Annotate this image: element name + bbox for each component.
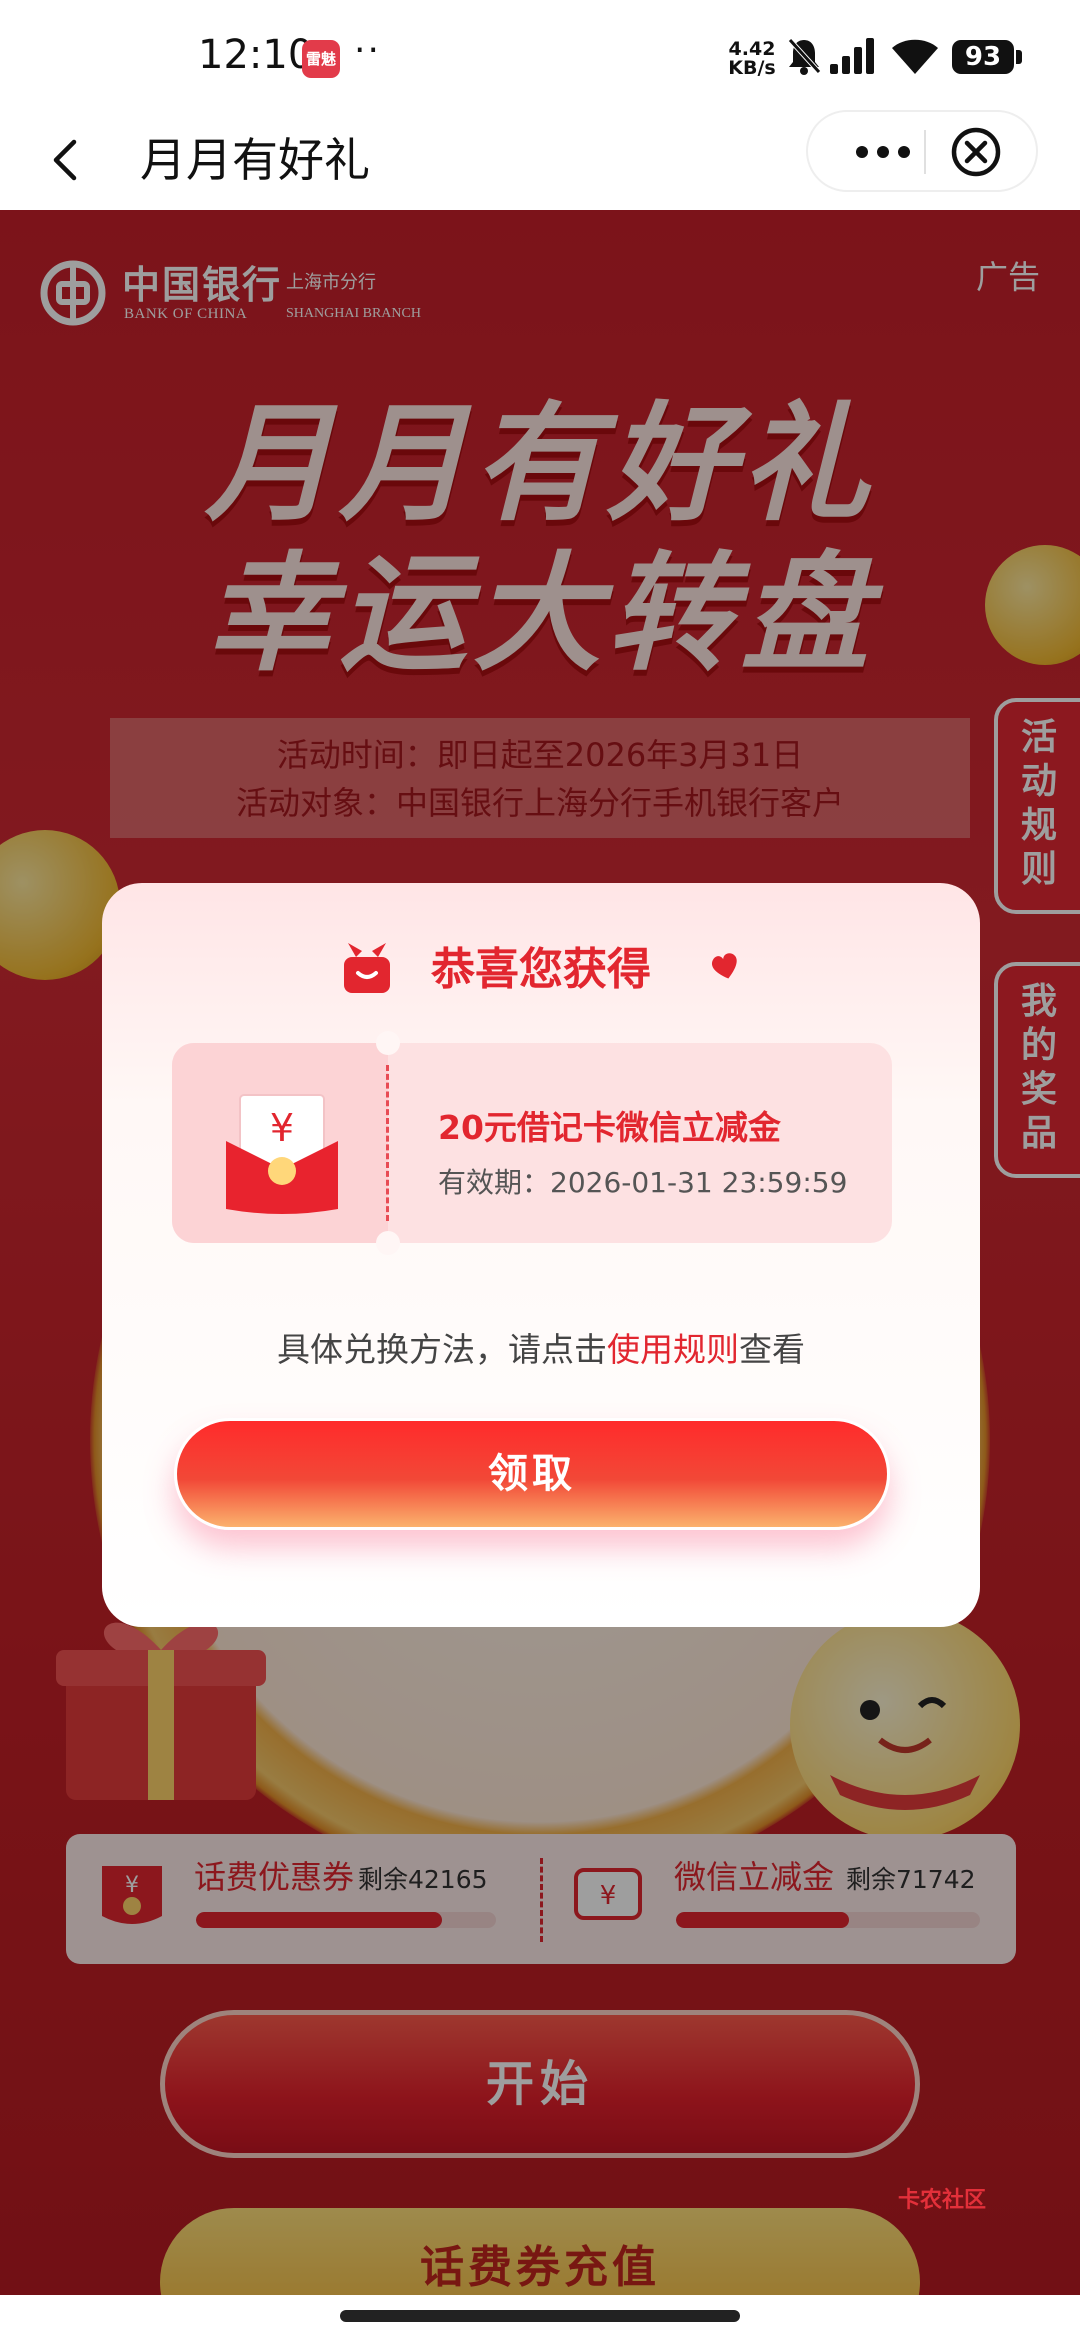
- mini-program-capsule: [806, 110, 1038, 192]
- claim-button[interactable]: 领取: [174, 1418, 890, 1530]
- coupon-perforation: [386, 1065, 389, 1221]
- yen-symbol: ¥: [270, 1106, 294, 1150]
- redeem-hint-text: 具体兑换方法，请点击: [277, 1330, 607, 1369]
- battery-icon: 93: [952, 40, 1014, 74]
- network-speed-unit: KB/s: [728, 57, 776, 79]
- coupon-notch: [376, 1231, 400, 1255]
- coupon-validity: 有效期：2026-01-31 23:59:59: [438, 1166, 848, 1199]
- app-badge-icon: 雷魅: [302, 40, 340, 78]
- wifi-icon: [892, 39, 938, 74]
- status-bar: 12:10 雷魅 ·· 4.42 KB/s 93: [0, 0, 1080, 110]
- battery-tip: [1016, 50, 1022, 64]
- usage-rules-link[interactable]: 使用规则: [607, 1330, 739, 1369]
- bell-muted-icon: [788, 38, 821, 75]
- redeem-hint: 具体兑换方法，请点击使用规则查看: [102, 1323, 980, 1371]
- signal-icon: [830, 38, 874, 74]
- heart-icon: [711, 953, 737, 979]
- coupon-name: 20元借记卡微信立减金: [438, 1108, 781, 1147]
- prize-win-dialog: 恭喜您获得 ¥ 20元借记卡微信立减金 有效期：2026-01-31 23:59…: [102, 883, 980, 1627]
- dialog-title: 恭喜您获得: [431, 944, 651, 995]
- coupon-notch: [376, 1031, 400, 1055]
- coupon-card: ¥ 20元借记卡微信立减金 有效期：2026-01-31 23:59:59: [172, 1031, 892, 1255]
- watermark: 卡农社区: [898, 2188, 987, 2213]
- chevron-left-icon[interactable]: [38, 130, 98, 190]
- status-more-dots: ··: [354, 30, 381, 71]
- status-time: 12:10: [198, 32, 314, 78]
- close-circle-icon[interactable]: [948, 124, 1004, 180]
- home-indicator[interactable]: [340, 2310, 740, 2322]
- red-envelope-icon: ¥: [226, 1094, 338, 1214]
- more-dots-icon[interactable]: [848, 112, 918, 190]
- page-title: 月月有好礼: [140, 133, 370, 187]
- title-bar: 月月有好礼: [0, 110, 1080, 210]
- capsule-divider: [924, 130, 926, 174]
- network-speed: 4.42 KB/s: [724, 40, 780, 78]
- redeem-hint-suffix: 查看: [739, 1330, 805, 1369]
